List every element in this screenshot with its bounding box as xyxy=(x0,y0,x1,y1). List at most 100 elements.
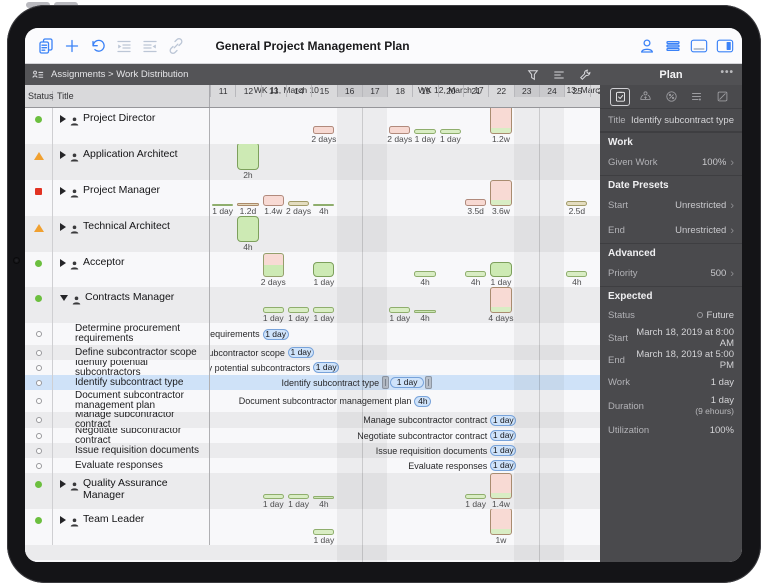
task-row[interactable]: Document subcontractor management plan 4h… xyxy=(25,390,600,412)
expand-disclosure-triangle[interactable] xyxy=(60,480,66,488)
more-options-button[interactable]: ••• xyxy=(720,67,734,78)
task-row[interactable]: Negotiate subcontractor contract 1 day Neg… xyxy=(25,428,600,443)
collapse-disclosure-triangle[interactable] xyxy=(60,295,68,301)
status-cell[interactable] xyxy=(25,509,53,545)
gantt-bar[interactable] xyxy=(313,126,335,134)
resource-row[interactable]: Project Manager 1 day 1.2d 1.4w 2 days 4h 3.5d… xyxy=(25,180,600,216)
gantt-bar[interactable] xyxy=(313,262,335,277)
task-duration-pill[interactable]: 1 day xyxy=(390,377,425,388)
task-row[interactable]: Define subcontractor scope1 dayDefine su… xyxy=(25,345,600,360)
gantt-bar[interactable] xyxy=(490,473,512,499)
user-icon[interactable] xyxy=(634,33,660,59)
task-duration-pill[interactable]: 1 day xyxy=(490,460,517,471)
expand-disclosure-triangle[interactable] xyxy=(60,115,66,123)
row-title-cell[interactable]: Issue requisition documents xyxy=(53,443,210,458)
task-duration-pill[interactable]: 4h xyxy=(414,395,432,407)
status-cell[interactable] xyxy=(25,345,53,360)
drag-handle-right[interactable] xyxy=(425,376,433,389)
status-cell[interactable] xyxy=(25,180,53,216)
row-title-cell[interactable]: Project Director xyxy=(53,108,210,144)
status-cell[interactable] xyxy=(25,360,53,375)
status-cell[interactable] xyxy=(25,390,53,412)
list-tab-icon[interactable] xyxy=(687,88,707,106)
row-title-cell[interactable]: Acceptor xyxy=(53,252,210,287)
drag-handle-left[interactable] xyxy=(382,376,390,389)
menu-icon[interactable] xyxy=(660,33,686,59)
resource-row[interactable]: Application Architect 2h xyxy=(25,144,600,180)
status-cell[interactable] xyxy=(25,323,53,345)
expand-disclosure-triangle[interactable] xyxy=(60,223,66,231)
row-title-cell[interactable]: Negotiate subcontractor contract xyxy=(53,428,210,443)
gantt-bar[interactable] xyxy=(389,126,411,134)
row-title-cell[interactable]: Team Leader xyxy=(53,509,210,545)
resource-row[interactable]: Acceptor 2 days 1 day 4h 4h 1 day 4h xyxy=(25,252,600,287)
resource-row[interactable]: Quality Assurance Manager 1 day 1 day 4h 1 d… xyxy=(25,473,600,509)
nav-field-end[interactable]: End Unrestricted › xyxy=(600,218,742,243)
task-duration-pill[interactable]: 1 day xyxy=(490,430,517,441)
nav-field-start[interactable]: Start Unrestricted › xyxy=(600,193,742,218)
row-title-cell[interactable]: Define subcontractor scope xyxy=(53,345,210,360)
status-cell[interactable] xyxy=(25,412,53,428)
expand-disclosure-triangle[interactable] xyxy=(60,187,66,195)
settings-wrench-icon[interactable] xyxy=(576,68,594,82)
selected-task-bar[interactable]: 1 day xyxy=(382,376,433,389)
breadcrumb[interactable]: Assignments > Work Distribution xyxy=(51,69,188,80)
gantt-bar[interactable] xyxy=(262,195,284,206)
filter-icon[interactable] xyxy=(524,68,542,82)
task-row[interactable]: Identify potential subcontractors1 dayId… xyxy=(25,360,600,375)
status-cell[interactable] xyxy=(25,443,53,458)
expand-disclosure-triangle[interactable] xyxy=(60,151,66,159)
expand-disclosure-triangle[interactable] xyxy=(60,516,66,524)
task-row[interactable]: Evaluate responses 1 day Evaluate response… xyxy=(25,458,600,473)
status-cell[interactable] xyxy=(25,428,53,443)
cost-tab-icon[interactable] xyxy=(636,88,656,106)
row-title-cell[interactable]: Identify subcontract type xyxy=(53,375,210,390)
gantt-bar[interactable] xyxy=(490,108,512,134)
plan-tab-icon[interactable] xyxy=(610,87,630,106)
gantt-bar[interactable] xyxy=(490,509,512,535)
row-title-cell[interactable]: Technical Architect xyxy=(53,216,210,252)
panel-bottom-icon[interactable] xyxy=(686,33,712,59)
status-cell[interactable] xyxy=(25,108,53,144)
task-duration-pill[interactable]: 1 day xyxy=(313,362,340,373)
row-title-cell[interactable]: Contracts Manager xyxy=(53,287,210,323)
panel-right-icon[interactable] xyxy=(712,33,738,59)
task-duration-pill[interactable]: 1 day xyxy=(287,347,314,358)
row-title-cell[interactable]: Evaluate responses xyxy=(53,458,210,473)
expand-disclosure-triangle[interactable] xyxy=(60,259,66,267)
task-row[interactable]: Identify subcontract type 1 day Identify s… xyxy=(25,375,600,390)
gantt-bar[interactable] xyxy=(237,144,259,170)
task-row[interactable]: Determine procurement requirements1 dayD… xyxy=(25,323,600,345)
row-title-cell[interactable]: Identify potential subcontractors xyxy=(53,360,210,375)
task-row[interactable]: Manage subcontractor contract 1 day Manage… xyxy=(25,412,600,428)
percent-tab-icon[interactable] xyxy=(661,88,681,106)
gantt-bar[interactable] xyxy=(262,253,284,277)
gantt-bar[interactable] xyxy=(490,180,512,206)
row-title-cell[interactable]: Quality Assurance Manager xyxy=(53,473,210,509)
note-tab-icon[interactable] xyxy=(712,88,732,106)
task-row[interactable]: Issue requisition documents 1 day Issue re… xyxy=(25,443,600,458)
resource-row[interactable]: Project Director 2 days 2 days 1 day 1 day 1.… xyxy=(25,108,600,144)
resource-row[interactable]: Team Leader 1 day 1w xyxy=(25,509,600,545)
gantt-bar[interactable] xyxy=(237,216,259,242)
status-cell[interactable] xyxy=(25,473,53,509)
nav-field-priority[interactable]: Priority 500 › xyxy=(600,261,742,286)
gantt-bar[interactable] xyxy=(490,287,512,313)
title-field[interactable]: Title Identify subcontract type xyxy=(600,108,742,132)
resource-row[interactable]: Technical Architect 4h xyxy=(25,216,600,252)
nav-field-given-work[interactable]: Given Work 100% › xyxy=(600,150,742,175)
row-title-cell[interactable]: Project Manager xyxy=(53,180,210,216)
status-cell[interactable] xyxy=(25,375,53,390)
status-cell[interactable] xyxy=(25,458,53,473)
row-title-cell[interactable]: Application Architect xyxy=(53,144,210,180)
task-duration-pill[interactable]: 1 day xyxy=(490,445,517,456)
gantt-bar[interactable] xyxy=(490,262,512,277)
status-cell[interactable] xyxy=(25,216,53,252)
row-title-cell[interactable]: Manage subcontractor contract xyxy=(53,412,210,428)
row-title-cell[interactable]: Document subcontractor management plan xyxy=(53,390,210,412)
resource-row[interactable]: Contracts Manager 1 day 1 day 1 day 1 day 4h 4… xyxy=(25,287,600,323)
status-cell[interactable] xyxy=(25,144,53,180)
view-options-icon[interactable] xyxy=(550,68,568,82)
row-title-cell[interactable]: Determine procurement requirements xyxy=(53,323,210,345)
status-cell[interactable] xyxy=(25,252,53,287)
